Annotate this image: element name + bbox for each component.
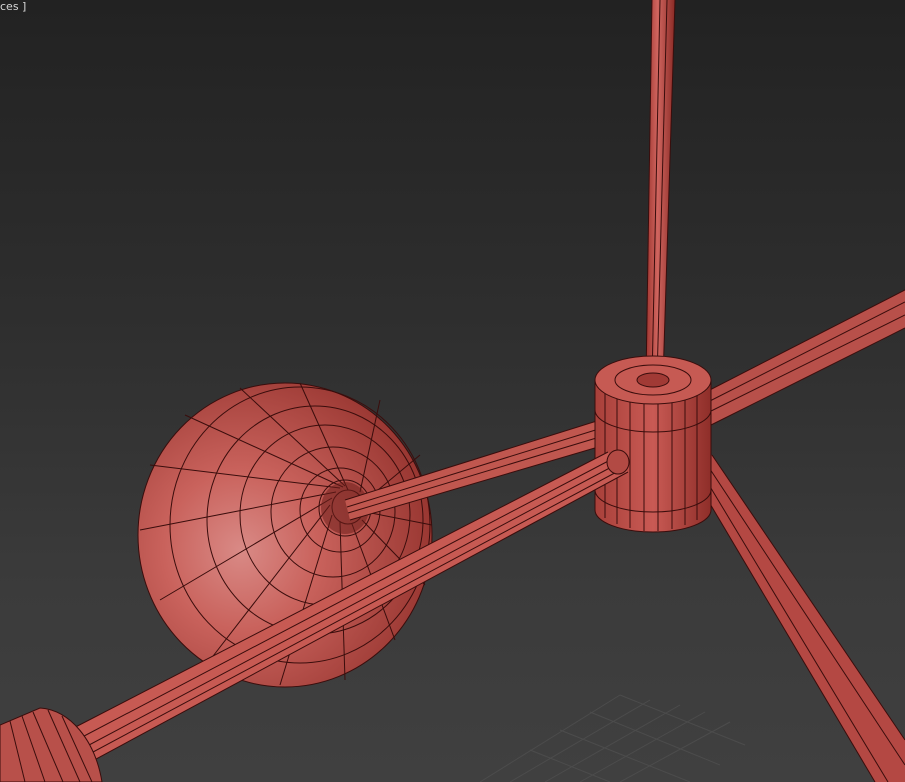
lower-right-arm-rod[interactable]: [689, 454, 905, 782]
ground-grid: [479, 694, 746, 782]
right-arm-rod[interactable]: [699, 289, 905, 429]
3d-viewport[interactable]: ces ]: [0, 0, 905, 782]
hub-cylinder[interactable]: [594, 355, 712, 533]
vertical-rod[interactable]: [645, 0, 676, 381]
scene-canvas[interactable]: [0, 0, 905, 782]
end-cap-cylinder[interactable]: [0, 707, 103, 782]
viewport-shading-label[interactable]: ces ]: [0, 0, 26, 13]
